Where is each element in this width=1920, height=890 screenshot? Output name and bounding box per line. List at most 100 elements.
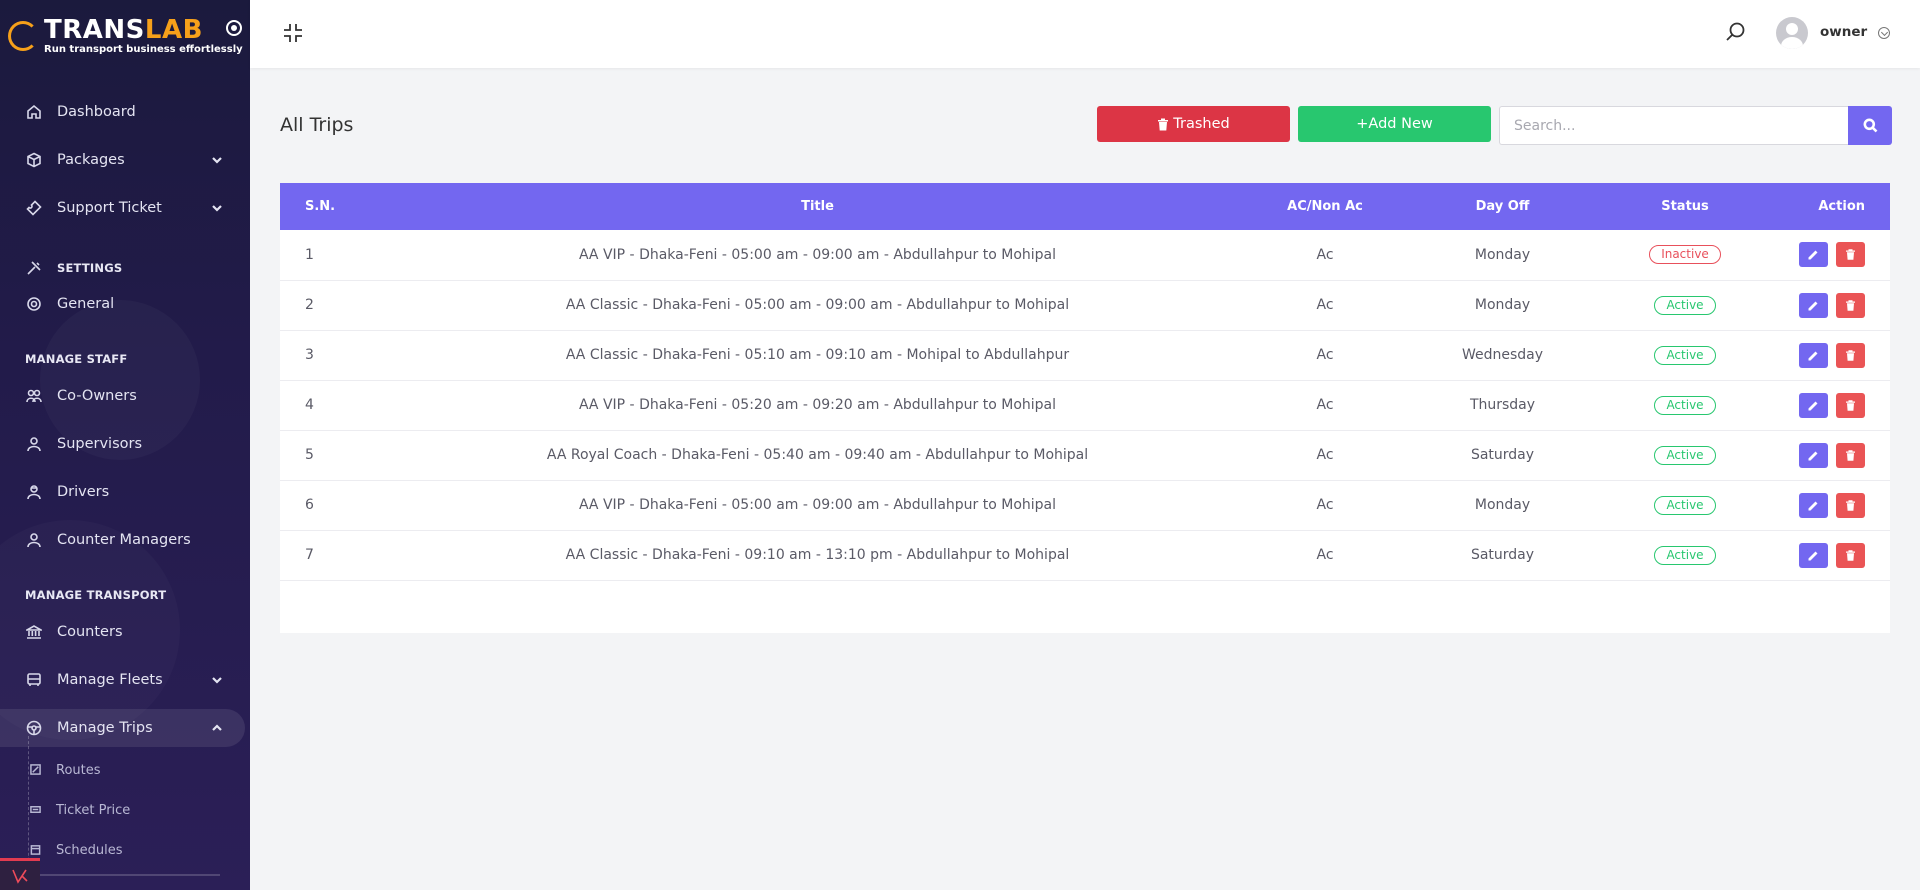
status-badge: Active (1654, 295, 1716, 315)
debug-toolbar-icon[interactable] (0, 858, 40, 890)
cell-status: Active (1610, 430, 1760, 480)
sidebar-item-co-owners[interactable]: Co-Owners (0, 377, 245, 415)
collapse-icon[interactable] (282, 22, 304, 44)
cell-day-off: Wednesday (1461, 347, 1544, 363)
cell-action (1760, 480, 1890, 530)
sidebar-item-dashboard[interactable]: Dashboard (0, 93, 245, 131)
header-status[interactable]: Status (1610, 183, 1760, 230)
delete-button[interactable] (1836, 442, 1865, 468)
delete-button[interactable] (1836, 342, 1865, 368)
brand-logo[interactable]: TRANSLAB Run transport business effortle… (8, 14, 244, 58)
sidebar-item-packages[interactable]: Packages (0, 141, 245, 179)
cell-title: AA Classic - Dhaka-Feni - 05:00 am - 09:… (565, 297, 1070, 313)
cell-action (1760, 380, 1890, 430)
table-row: 3 AA Classic - Dhaka-Feni - 05:10 am - 0… (280, 330, 1890, 380)
trash-icon (1846, 449, 1855, 461)
route-icon (30, 764, 42, 776)
cell-action (1760, 430, 1890, 480)
edit-button[interactable] (1798, 242, 1828, 268)
sidebar-item-drivers[interactable]: Drivers (0, 473, 245, 511)
sidebar-item-counters[interactable]: Counters (0, 613, 245, 651)
avatar[interactable] (1776, 17, 1808, 49)
pencil-icon (1808, 551, 1818, 560)
sidebar: TRANSLAB Run transport business effortle… (0, 0, 250, 890)
calendar-icon (30, 844, 42, 856)
delete-button[interactable] (1836, 292, 1865, 318)
table-row: 4 AA VIP - Dhaka-Feni - 05:20 am - 09:20… (280, 380, 1890, 430)
delete-button[interactable] (1836, 392, 1865, 418)
cell-title: AA VIP - Dhaka-Feni - 05:20 am - 09:20 a… (578, 397, 1057, 413)
delete-button[interactable] (1836, 492, 1865, 518)
cell-ac: Ac (1316, 397, 1334, 413)
edit-button[interactable] (1798, 442, 1828, 468)
edit-button[interactable] (1798, 342, 1828, 368)
edit-button[interactable] (1798, 292, 1828, 318)
sidebar-subitem-schedules[interactable]: Schedules (30, 837, 123, 863)
cell-ac: Ac (1316, 347, 1334, 363)
section-manage-transport: MANAGE TRANSPORT (25, 588, 167, 602)
table-row: 7 AA Classic - Dhaka-Feni - 09:10 am - 1… (280, 530, 1890, 580)
cell-status: Inactive (1610, 230, 1760, 280)
edit-button[interactable] (1798, 392, 1828, 418)
trips-table-card: S.N. Title AC/Non Ac Day Off Status Acti… (280, 183, 1890, 633)
search-input[interactable] (1499, 106, 1849, 145)
edit-button[interactable] (1798, 542, 1828, 568)
sidebar-item-label: Drivers (57, 484, 110, 500)
cell-status: Active (1610, 330, 1760, 380)
sidebar-item-manage-fleets[interactable]: Manage Fleets (0, 661, 245, 699)
delete-button[interactable] (1836, 542, 1865, 568)
status-badge: Active (1654, 545, 1716, 565)
status-badge: Active (1654, 445, 1716, 465)
pencil-icon (1808, 451, 1818, 460)
sidebar-item-manage-trips[interactable]: Manage Trips (0, 709, 245, 747)
search-submit-button[interactable] (1848, 106, 1892, 145)
chevron-up-icon (211, 722, 223, 734)
table-row: 6 AA VIP - Dhaka-Feni - 05:00 am - 09:00… (280, 480, 1890, 530)
sidebar-item-label: Supervisors (57, 436, 143, 452)
trips-table: S.N. Title AC/Non Ac Day Off Status Acti… (280, 183, 1890, 581)
sidebar-item-general[interactable]: General (0, 285, 245, 323)
sidebar-item-counter-managers[interactable]: Counter Managers (0, 521, 245, 559)
edit-button[interactable] (1798, 492, 1828, 518)
user-icon (25, 531, 43, 549)
pencil-icon (1808, 501, 1818, 510)
sidebar-item-label: Dashboard (57, 104, 136, 120)
sidebar-subitem-label: Schedules (56, 842, 123, 858)
brand-name: TRANSLAB (44, 15, 203, 45)
header-sn[interactable]: S.N. (280, 183, 380, 230)
trash-icon (1846, 299, 1855, 311)
header-day-off[interactable]: Day Off (1395, 183, 1610, 230)
cell-ac: Ac (1316, 497, 1334, 513)
cell-sn: 2 (305, 297, 314, 313)
sidebar-toggle-icon[interactable] (226, 20, 242, 36)
price-icon (30, 804, 42, 816)
sidebar-item-label: Counters (57, 624, 123, 640)
cell-action (1760, 230, 1890, 280)
sidebar-item-supervisors[interactable]: Supervisors (0, 425, 245, 463)
status-badge: Active (1654, 345, 1716, 365)
sidebar-scrollbar[interactable] (40, 874, 220, 876)
add-new-button[interactable]: +Add New (1298, 106, 1491, 142)
sidebar-item-label: Support Ticket (57, 200, 162, 216)
header-ac[interactable]: AC/Non Ac (1255, 183, 1395, 230)
settings-circle-icon (25, 295, 43, 313)
header-title[interactable]: Title (380, 183, 1255, 230)
cell-sn: 1 (305, 246, 314, 263)
ticket-icon (25, 199, 43, 217)
topbar: owner (250, 0, 1920, 68)
status-badge: Inactive (1649, 245, 1721, 265)
sidebar-item-support-ticket[interactable]: Support Ticket (0, 189, 245, 227)
chevron-down-icon (211, 202, 223, 214)
tools-icon (25, 259, 43, 277)
delete-button[interactable] (1836, 242, 1865, 268)
user-name[interactable]: owner (1820, 24, 1867, 40)
trashed-button[interactable]: Trashed (1097, 106, 1290, 142)
cell-ac: Ac (1316, 547, 1334, 563)
user-icon (25, 435, 43, 453)
chevron-down-icon[interactable] (1878, 27, 1890, 39)
search-icon[interactable] (1724, 21, 1746, 43)
home-icon (25, 103, 43, 121)
sidebar-subitem-routes[interactable]: Routes (30, 757, 101, 783)
sidebar-subitem-ticket-price[interactable]: Ticket Price (30, 797, 130, 823)
table-row: 5 AA Royal Coach - Dhaka-Feni - 05:40 am… (280, 430, 1890, 480)
